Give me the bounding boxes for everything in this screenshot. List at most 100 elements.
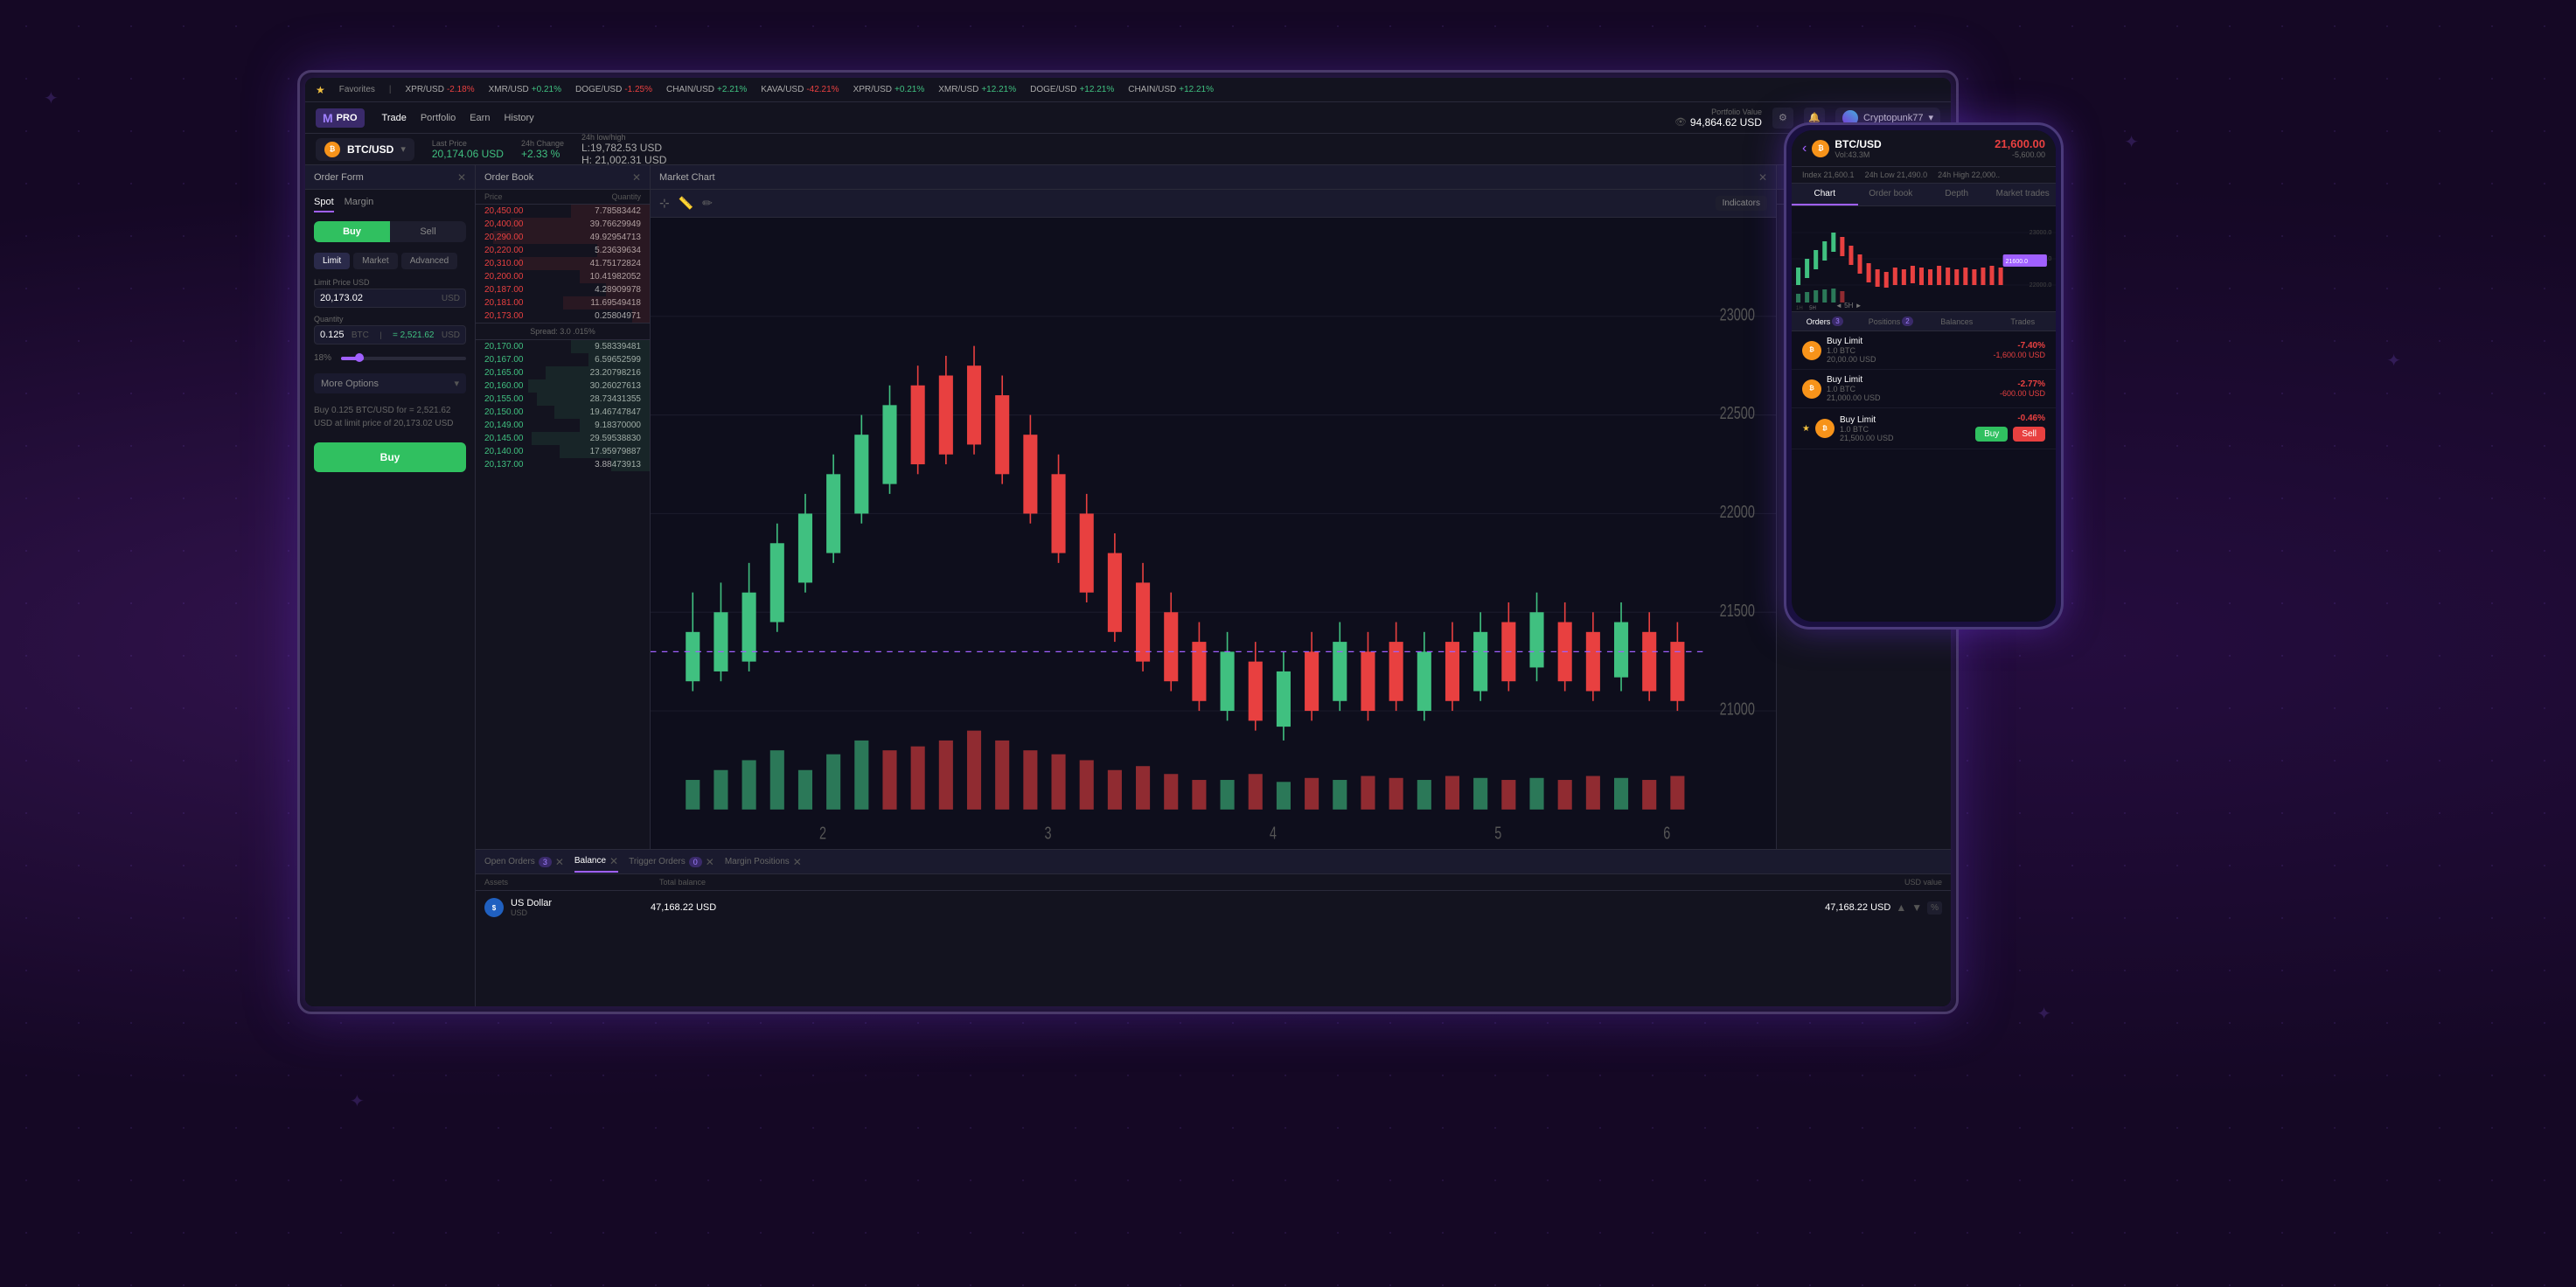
bid-row-9[interactable]: 20,137.00 3.88473913 bbox=[476, 458, 650, 471]
limit-price-input[interactable]: 20,173.02 USD bbox=[314, 289, 466, 308]
tab-margin[interactable]: Margin bbox=[345, 197, 374, 212]
change-value: +2.33 % bbox=[521, 148, 564, 160]
sort-asc-icon[interactable]: ▲ bbox=[1896, 901, 1906, 914]
chart-svg: 23000 22500 22000 21500 21000 2 3 4 bbox=[651, 218, 1776, 849]
trigger-orders-label: Trigger Orders bbox=[629, 857, 686, 866]
nav-portfolio[interactable]: Portfolio bbox=[421, 113, 456, 123]
tab-trigger-orders[interactable]: Trigger Orders 0 ✕ bbox=[629, 852, 714, 872]
pair-selector[interactable]: ₿ BTC/USD ▾ bbox=[316, 138, 414, 161]
mobile-tab-trades[interactable]: Market trades bbox=[1990, 184, 2057, 205]
mobile-order-row-2: ★ ₿ Buy Limit 1.0 BTC 21,500.00 USD -0.4… bbox=[1792, 408, 2056, 449]
bid-row-7[interactable]: 20,145.00 29.59538830 bbox=[476, 432, 650, 445]
logo[interactable]: M PRO bbox=[316, 108, 365, 128]
nav-earn[interactable]: Earn bbox=[470, 113, 490, 123]
ask-row-4[interactable]: 20,310.00 41.75172824 bbox=[476, 257, 650, 270]
tab-margin-positions[interactable]: Margin Positions ✕ bbox=[725, 852, 802, 872]
balance-close[interactable]: ✕ bbox=[609, 855, 618, 867]
trigger-orders-close[interactable]: ✕ bbox=[706, 856, 714, 868]
mobile-tab-chart[interactable]: Chart bbox=[1792, 184, 1858, 205]
nav-trade[interactable]: Trade bbox=[382, 113, 407, 123]
ticker-item-6[interactable]: XMR/USD +12.21% bbox=[938, 85, 1016, 94]
sort-desc-icon[interactable]: ▼ bbox=[1911, 901, 1922, 914]
ask-row-2[interactable]: 20,290.00 49.92954713 bbox=[476, 231, 650, 244]
advanced-tab[interactable]: Advanced bbox=[401, 253, 457, 269]
bid-row-1[interactable]: 20,167.00 6.59652599 bbox=[476, 353, 650, 366]
bid-row-8[interactable]: 20,140.00 17.95979887 bbox=[476, 445, 650, 458]
percent-toggle[interactable]: % bbox=[1927, 901, 1942, 915]
indicators-btn[interactable]: Indicators bbox=[1716, 196, 1767, 211]
ask-price-5: 20,200.00 bbox=[484, 272, 524, 282]
ask-row-6[interactable]: 20,187.00 4.28909978 bbox=[476, 283, 650, 296]
mobile-tab-positions[interactable]: Positions 2 bbox=[1858, 312, 1925, 330]
ticker-separator: | bbox=[389, 85, 392, 94]
mobile-tab-orders[interactable]: Orders 3 bbox=[1792, 312, 1858, 330]
quantity-field: Quantity 0.125 BTC | = 2,521.62 USD bbox=[314, 315, 466, 344]
ticker-item-1[interactable]: XMR/USD +0.21% bbox=[489, 85, 561, 94]
mobile-order-price-1: 21,000.00 USD bbox=[1827, 393, 1995, 402]
pencil-icon[interactable]: ✏ bbox=[702, 196, 713, 211]
bid-row-3[interactable]: 20,160.00 30.26027613 bbox=[476, 379, 650, 393]
ticker-item-2[interactable]: DOGE/USD -1.25% bbox=[575, 85, 652, 94]
ask-row-8[interactable]: 20,173.00 0.25804971 bbox=[476, 310, 650, 323]
quantity-input[interactable]: 0.125 BTC | = 2,521.62 USD bbox=[314, 325, 466, 344]
ticker-name-4: KAVA/USD bbox=[761, 85, 804, 94]
ask-row-3[interactable]: 20,220.00 5.23639634 bbox=[476, 244, 650, 257]
mobile-tab-balances[interactable]: Balances bbox=[1924, 312, 1990, 330]
limit-tab[interactable]: Limit bbox=[314, 253, 350, 269]
order-form-close[interactable]: ✕ bbox=[457, 171, 466, 184]
sell-tab[interactable]: Sell bbox=[390, 221, 466, 242]
mobile-order-values-0: -7.40% -1,600.00 USD bbox=[1993, 341, 2045, 359]
usd-value-header: USD value bbox=[1767, 878, 1942, 887]
open-orders-close[interactable]: ✕ bbox=[555, 856, 564, 868]
cursor-icon[interactable]: ⊹ bbox=[659, 196, 670, 211]
ticker-item-0[interactable]: XPR/USD -2.18% bbox=[406, 85, 475, 94]
leverage-slider[interactable]: 18% bbox=[314, 353, 466, 363]
ask-row-1[interactable]: 20,400.00 39.76629949 bbox=[476, 218, 650, 231]
bid-row-0[interactable]: 20,170.00 9.58339481 bbox=[476, 340, 650, 353]
order-book-close[interactable]: ✕ bbox=[632, 171, 641, 184]
market-tab[interactable]: Market bbox=[353, 253, 398, 269]
ticker-item-7[interactable]: DOGE/USD +12.21% bbox=[1030, 85, 1114, 94]
tab-spot[interactable]: Spot bbox=[314, 197, 334, 212]
ticker-item-5[interactable]: XPR/USD +0.21% bbox=[853, 85, 925, 94]
ask-row-7[interactable]: 20,181.00 11.69549418 bbox=[476, 296, 650, 310]
ticker-item-4[interactable]: KAVA/USD -42.21% bbox=[761, 85, 839, 94]
nav-history[interactable]: History bbox=[504, 113, 533, 123]
lower-panels: Open Orders 3 ✕ Balance ✕ Trigger Orders bbox=[476, 849, 1951, 1006]
mobile-back-btn[interactable]: ‹ bbox=[1802, 141, 1807, 157]
username: Cryptopunk77 bbox=[1863, 113, 1924, 123]
bid-row-5[interactable]: 20,150.00 19.46747847 bbox=[476, 406, 650, 419]
mobile-sell-btn[interactable]: Sell bbox=[2013, 427, 2045, 442]
ask-row-0[interactable]: 20,450.00 7.78583442 bbox=[476, 205, 650, 218]
buy-tab[interactable]: Buy bbox=[314, 221, 390, 242]
mobile-positions-badge: 2 bbox=[1902, 317, 1912, 326]
balance-content: Assets Total balance USD value $ US Doll… bbox=[476, 874, 1951, 1006]
ticker-item-3[interactable]: CHAIN/USD +2.21% bbox=[666, 85, 747, 94]
mobile-tab-depth[interactable]: Depth bbox=[1924, 184, 1990, 205]
bid-row-2[interactable]: 20,165.00 23.20798216 bbox=[476, 366, 650, 379]
bid-row-4[interactable]: 20,155.00 28.73431355 bbox=[476, 393, 650, 406]
ask-price-0: 20,450.00 bbox=[484, 206, 524, 216]
main-area: Order Form ✕ Spot Margin Buy Sell L bbox=[305, 165, 1951, 1006]
settings-icon[interactable]: ⚙ bbox=[1772, 108, 1793, 129]
margin-positions-close[interactable]: ✕ bbox=[793, 856, 802, 868]
more-options-btn[interactable]: More Options ▾ bbox=[314, 373, 466, 393]
chart-close[interactable]: ✕ bbox=[1758, 171, 1767, 184]
ticker-change-5: +0.21% bbox=[895, 85, 924, 94]
mobile-order-star-0[interactable]: ★ bbox=[1802, 424, 1810, 434]
high-low-info: 24h low/high L:19,782.53 USD H: 21,002.3… bbox=[581, 133, 666, 166]
line-icon[interactable]: 📏 bbox=[679, 196, 693, 211]
submit-buy-btn[interactable]: Buy bbox=[314, 442, 466, 472]
mobile-tab-trades[interactable]: Trades bbox=[1990, 312, 2057, 330]
ticker-item-8[interactable]: CHAIN/USD +12.21% bbox=[1128, 85, 1214, 94]
ask-row-5[interactable]: 20,200.00 10.41982052 bbox=[476, 270, 650, 283]
usd-icon: $ bbox=[484, 898, 504, 917]
mobile-tab-orderbook[interactable]: Order book bbox=[1858, 184, 1925, 205]
quantity-label: Quantity bbox=[314, 315, 466, 323]
tab-open-orders[interactable]: Open Orders 3 ✕ bbox=[484, 852, 564, 872]
bid-row-6[interactable]: 20,149.00 9.18370000 bbox=[476, 419, 650, 432]
tab-balance[interactable]: Balance ✕ bbox=[574, 852, 618, 873]
ticker-change-1: +0.21% bbox=[532, 85, 561, 94]
spread-row: Spread: 3.0 .015% bbox=[476, 323, 650, 340]
mobile-buy-btn[interactable]: Buy bbox=[1975, 427, 2008, 442]
